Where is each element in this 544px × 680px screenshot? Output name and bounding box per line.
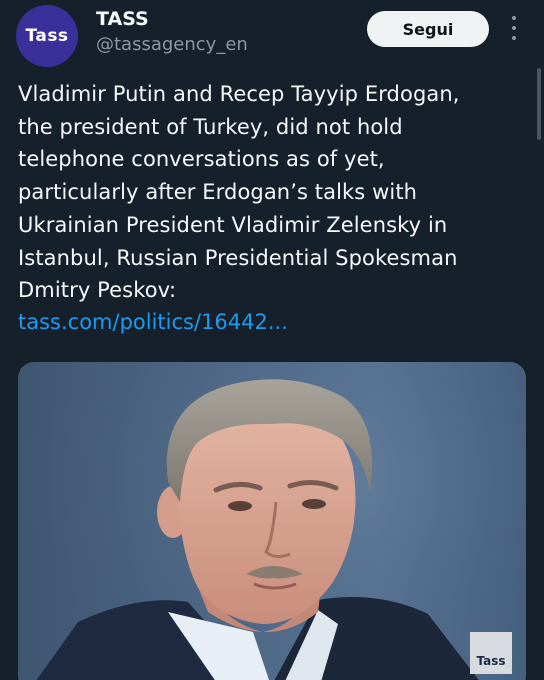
tweet-text-line: telephone conversations as of yet, — [18, 147, 385, 172]
tweet-text: Vladimir Putin and Recep Tayyip Erdogan,… — [18, 78, 523, 307]
account-handle[interactable]: @tassagency_en — [96, 34, 248, 55]
avatar[interactable]: Tass — [16, 5, 78, 67]
tweet-text-line: the president of Turkey, did not hold — [18, 114, 403, 139]
more-dot — [512, 26, 516, 30]
tweet-text-line: particularly after Erdogan’s talks with — [18, 180, 418, 205]
tweet-text-line: Ukrainian President Vladimir Zelensky in — [18, 212, 448, 237]
more-dot — [512, 16, 516, 20]
watermark-text: Tass — [476, 654, 506, 668]
tweet-media-image[interactable]: Tass — [18, 362, 526, 680]
more-vertical-icon[interactable] — [508, 16, 520, 40]
tweet-text-line: Istanbul, Russian Presidential Spokesman — [18, 245, 458, 270]
display-name[interactable]: TASS — [96, 8, 149, 30]
more-dot — [512, 36, 516, 40]
tweet-text-line: Dmitry Peskov: — [18, 278, 177, 303]
tass-watermark: Tass — [470, 632, 512, 674]
follow-button[interactable]: Segui — [367, 11, 489, 47]
tweet-text-line: Vladimir Putin and Recep Tayyip Erdogan, — [18, 82, 460, 106]
scrollbar-thumb[interactable] — [537, 68, 541, 140]
portrait-illustration — [18, 362, 526, 680]
avatar-logo-text: Tass — [25, 26, 69, 46]
tweet-link[interactable]: tass.com/politics/16442... — [18, 306, 288, 338]
